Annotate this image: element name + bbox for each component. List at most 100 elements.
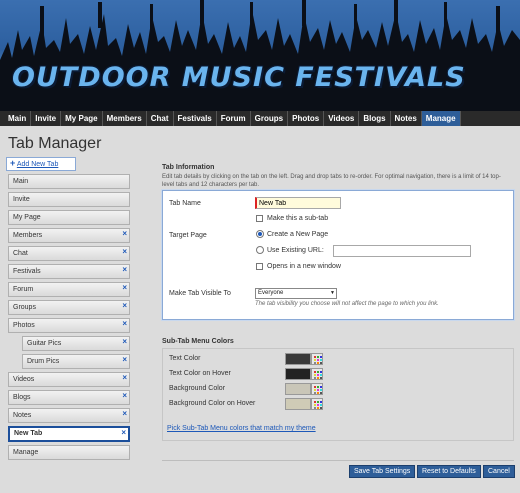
tab-item-blogs[interactable]: Blogs × bbox=[8, 390, 130, 405]
main-navigation: Main Invite My Page Members Chat Festivals For… bbox=[0, 111, 520, 126]
tab-item-festivals[interactable]: Festivals × bbox=[8, 264, 130, 279]
remove-tab-icon[interactable]: × bbox=[122, 337, 127, 346]
create-new-page-radio[interactable] bbox=[256, 230, 264, 238]
tab-information-description: Edit tab details by clicking on the tab … bbox=[162, 174, 501, 188]
tab-item-label: Groups bbox=[13, 304, 36, 311]
tab-item-label: Festivals bbox=[13, 268, 41, 275]
tab-item-videos[interactable]: Videos × bbox=[8, 372, 130, 387]
nav-item-videos[interactable]: Videos bbox=[324, 111, 360, 126]
color-label: Background Color on Hover bbox=[169, 400, 256, 407]
tab-item-label: Invite bbox=[13, 196, 30, 203]
tab-item-label: My Page bbox=[13, 214, 41, 221]
tab-visibility-select[interactable]: Everyone ▼ bbox=[255, 288, 337, 299]
color-swatch[interactable] bbox=[285, 383, 311, 395]
crowd-silhouette-image bbox=[0, 0, 520, 111]
nav-item-photos[interactable]: Photos bbox=[288, 111, 325, 126]
color-swatch[interactable] bbox=[285, 368, 311, 380]
tab-item-label: Notes bbox=[13, 412, 32, 419]
tab-item-chat[interactable]: Chat × bbox=[8, 246, 130, 261]
nav-item-invite[interactable]: Invite bbox=[31, 111, 62, 126]
plus-icon: + bbox=[10, 158, 16, 168]
color-swatch[interactable] bbox=[285, 353, 311, 365]
tab-item-label: Guitar Pics bbox=[27, 340, 62, 347]
tab-item-label: Manage bbox=[13, 449, 39, 456]
nav-item-groups[interactable]: Groups bbox=[251, 111, 289, 126]
add-new-tab-button[interactable]: + Add New Tab bbox=[6, 157, 76, 171]
tab-item-photos[interactable]: Photos × bbox=[8, 318, 130, 333]
tab-information-form: Tab Name Make this a sub-tab Target Page… bbox=[162, 190, 514, 320]
tab-item-main[interactable]: Main bbox=[8, 174, 130, 189]
tab-item-label: New Tab bbox=[14, 430, 43, 437]
color-row: Text Color on Hover bbox=[167, 368, 507, 380]
color-picker-icon[interactable] bbox=[311, 353, 323, 365]
nav-item-my-page[interactable]: My Page bbox=[61, 111, 103, 126]
color-picker-icon[interactable] bbox=[311, 383, 323, 395]
remove-tab-icon[interactable]: × bbox=[122, 301, 127, 310]
existing-url-input[interactable] bbox=[333, 245, 471, 257]
tab-information-heading: Tab Information bbox=[162, 164, 215, 171]
nav-item-manage[interactable]: Manage bbox=[421, 111, 461, 126]
color-swatch[interactable] bbox=[285, 398, 311, 410]
remove-tab-icon[interactable]: × bbox=[122, 319, 127, 328]
tab-name-label: Tab Name bbox=[169, 200, 201, 207]
target-page-label: Target Page bbox=[169, 232, 207, 239]
tab-item-label: Main bbox=[13, 178, 29, 185]
remove-tab-icon[interactable]: × bbox=[122, 265, 127, 274]
tab-item-forum[interactable]: Forum × bbox=[8, 282, 130, 297]
remove-tab-icon[interactable]: × bbox=[122, 373, 127, 382]
nav-item-chat[interactable]: Chat bbox=[147, 111, 174, 126]
use-existing-url-label: Use Existing URL: bbox=[267, 247, 324, 254]
use-existing-url-radio[interactable] bbox=[256, 246, 264, 254]
tab-item-drum-pics[interactable]: Drum Pics × bbox=[22, 354, 130, 369]
tab-item-label: Forum bbox=[13, 286, 34, 293]
sub-tab-checkbox[interactable] bbox=[256, 215, 263, 222]
chevron-down-icon: ▼ bbox=[330, 290, 335, 296]
save-tab-settings-button[interactable]: Save Tab Settings bbox=[349, 465, 416, 478]
sub-tab-colors-panel: Text Color Text Color on Hover Background … bbox=[162, 348, 514, 441]
tab-item-notes[interactable]: Notes × bbox=[8, 408, 130, 423]
match-theme-colors-link[interactable]: Pick Sub-Tab Menu colors that match my t… bbox=[167, 425, 316, 432]
nav-item-blogs[interactable]: Blogs bbox=[359, 111, 391, 126]
page-title: Tab Manager bbox=[8, 135, 102, 152]
color-row: Background Color bbox=[167, 383, 507, 395]
tab-visibility-value: Everyone bbox=[258, 290, 284, 296]
color-row: Text Color bbox=[167, 353, 507, 365]
sub-tab-colors-heading: Sub-Tab Menu Colors bbox=[162, 338, 234, 345]
tab-item-guitar-pics[interactable]: Guitar Pics × bbox=[22, 336, 130, 351]
sub-tab-label: Make this a sub-tab bbox=[267, 215, 329, 222]
color-picker-icon[interactable] bbox=[311, 398, 323, 410]
remove-tab-icon[interactable]: × bbox=[122, 247, 127, 256]
remove-tab-icon[interactable]: × bbox=[122, 409, 127, 418]
new-window-checkbox[interactable] bbox=[256, 263, 263, 270]
site-title: OUTDOOR MUSIC FESTIVALS bbox=[12, 62, 466, 93]
tab-item-new-tab[interactable]: New Tab × bbox=[8, 426, 130, 442]
nav-item-festivals[interactable]: Festivals bbox=[174, 111, 217, 126]
color-label: Text Color bbox=[169, 355, 201, 362]
remove-tab-icon[interactable]: × bbox=[122, 391, 127, 400]
tab-item-label: Drum Pics bbox=[27, 358, 60, 365]
nav-item-notes[interactable]: Notes bbox=[391, 111, 422, 126]
add-new-tab-link[interactable]: Add New Tab bbox=[17, 161, 59, 168]
tab-item-members[interactable]: Members × bbox=[8, 228, 130, 243]
tab-item-manage[interactable]: Manage bbox=[8, 445, 130, 460]
remove-tab-icon[interactable]: × bbox=[122, 229, 127, 238]
tab-item-label: Blogs bbox=[13, 394, 31, 401]
remove-tab-icon[interactable]: × bbox=[121, 428, 126, 437]
tab-visibility-label: Make Tab Visible To bbox=[169, 290, 231, 297]
color-picker-icon[interactable] bbox=[311, 368, 323, 380]
remove-tab-icon[interactable]: × bbox=[122, 355, 127, 364]
cancel-button[interactable]: Cancel bbox=[483, 465, 515, 478]
nav-item-members[interactable]: Members bbox=[103, 111, 147, 126]
tab-item-groups[interactable]: Groups × bbox=[8, 300, 130, 315]
footer-divider bbox=[162, 460, 514, 461]
nav-item-main[interactable]: Main bbox=[4, 111, 32, 126]
tab-item-my-page[interactable]: My Page bbox=[8, 210, 130, 225]
reset-to-defaults-button[interactable]: Reset to Defaults bbox=[417, 465, 481, 478]
color-label: Background Color bbox=[169, 385, 226, 392]
remove-tab-icon[interactable]: × bbox=[122, 283, 127, 292]
tab-item-invite[interactable]: Invite bbox=[8, 192, 130, 207]
tab-item-label: Photos bbox=[13, 322, 35, 329]
tab-name-input[interactable] bbox=[255, 197, 341, 209]
nav-item-forum[interactable]: Forum bbox=[217, 111, 251, 126]
color-row: Background Color on Hover bbox=[167, 398, 507, 410]
